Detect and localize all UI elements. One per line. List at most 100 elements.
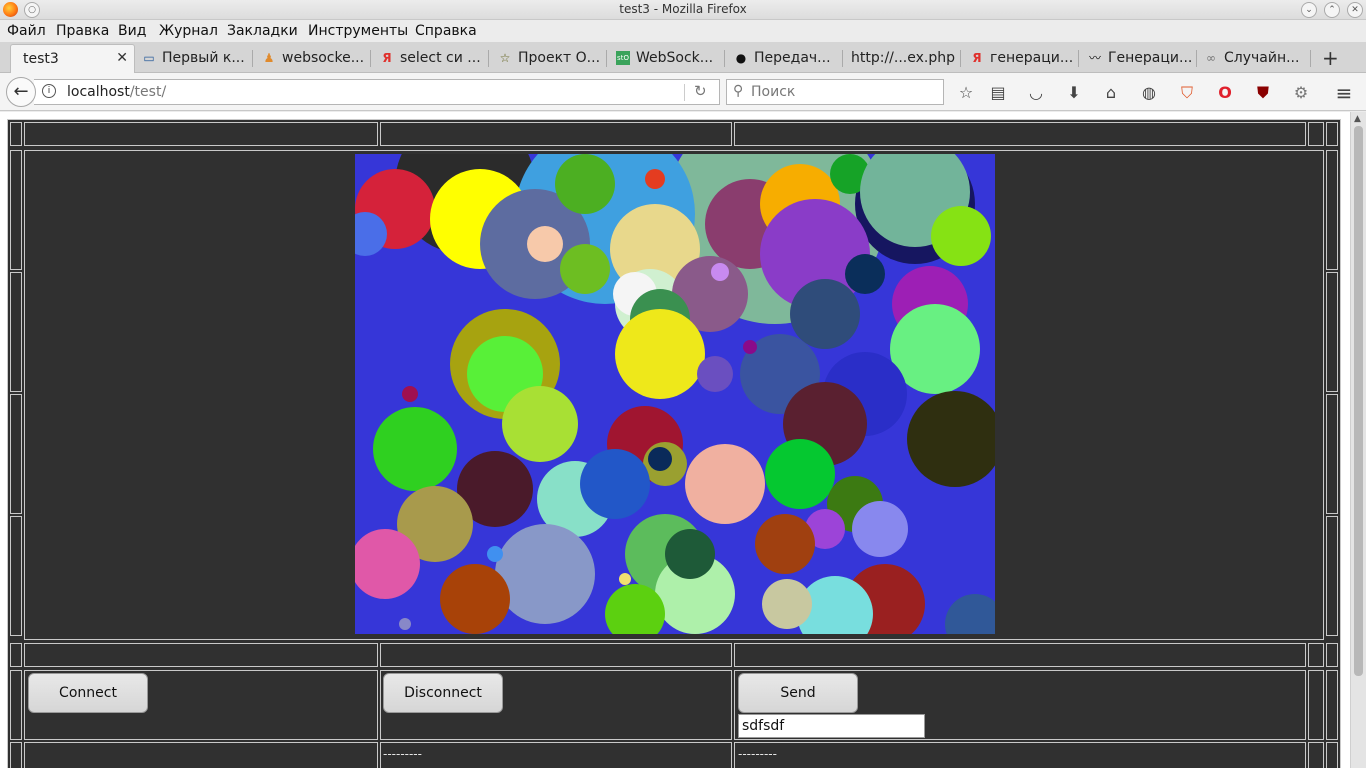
hamburger-menu-icon[interactable]: ≡: [1334, 83, 1354, 103]
disconnect-button[interactable]: Disconnect: [383, 673, 503, 713]
canvas-circle: [440, 564, 510, 634]
page-content: Connect Disconnect Send --------- ------…: [0, 112, 1350, 768]
log-output: ---------: [738, 747, 777, 761]
extension-globe-icon[interactable]: ◍: [1139, 83, 1159, 103]
tab-test3[interactable]: test3 ✕: [10, 44, 135, 73]
maximize-button[interactable]: ⌃: [1324, 2, 1340, 18]
tab-item[interactable]: ● Передач...: [730, 44, 844, 73]
search-bar[interactable]: ⚲: [726, 79, 944, 105]
tab-item[interactable]: Я select си ...: [376, 44, 490, 73]
connect-button[interactable]: Connect: [28, 673, 148, 713]
shield-extension-icon[interactable]: ⛉: [1177, 83, 1197, 103]
canvas-circle: [845, 254, 885, 294]
opera-icon[interactable]: O: [1215, 83, 1235, 103]
tab-label: websocke...: [282, 50, 365, 66]
settings-extension-icon[interactable]: ⚙: [1291, 83, 1311, 103]
minimize-button[interactable]: ⌄: [1301, 2, 1317, 18]
canvas-circle: [502, 386, 578, 462]
canvas-circle: [495, 524, 595, 624]
github-icon: ●: [735, 51, 747, 65]
canvas-circle: [665, 529, 715, 579]
tab-label: Первый к...: [162, 50, 245, 66]
menu-view[interactable]: Вид: [118, 23, 146, 39]
search-input[interactable]: [749, 82, 939, 102]
scroll-up-icon[interactable]: ▲: [1354, 114, 1361, 124]
tab-item[interactable]: ∞ Случайн...: [1200, 44, 1310, 73]
tab-label: Случайн...: [1224, 50, 1300, 66]
canvas-circle: [619, 573, 631, 585]
tab-label: Генераци...: [1108, 50, 1193, 66]
wave-icon: 〰: [1088, 51, 1101, 65]
canvas-circle: [790, 279, 860, 349]
tab-label: test3: [23, 51, 59, 67]
tab-label: http://...ex.php: [851, 50, 955, 66]
canvas-circle: [373, 407, 457, 491]
canvas-circle: [560, 244, 610, 294]
tab-label: WebSock...: [636, 50, 714, 66]
reading-list-icon[interactable]: ▤: [988, 83, 1008, 103]
menu-history[interactable]: Журнал: [159, 23, 218, 39]
tab-item[interactable]: ▭ Первый к...: [138, 44, 256, 73]
pocket-icon[interactable]: ◡: [1026, 83, 1046, 103]
canvas-circle: [852, 501, 908, 557]
navigation-bar: i localhost/test/ ↻ ← ⚲ ☆ ▤ ◡ ⬇ ⌂ ◍ ⛉ O …: [0, 73, 1366, 111]
url-text: localhost/test/: [67, 84, 167, 100]
search-icon: ⚲: [733, 83, 744, 99]
bookmark-star-icon[interactable]: ☆: [956, 83, 976, 103]
canvas-circle: [711, 263, 729, 281]
canvas-circle: [755, 514, 815, 574]
url-bar[interactable]: i localhost/test/ ↻: [34, 79, 720, 105]
window-titlebar: ○ test3 - Mozilla Firefox ⌄ ⌃ ✕: [0, 0, 1366, 20]
monitor-icon: ▭: [143, 51, 155, 65]
tab-item[interactable]: http://...ex.php: [848, 44, 962, 73]
home-icon[interactable]: ⌂: [1101, 83, 1121, 103]
tab-item[interactable]: ♟ websocke...: [258, 44, 372, 73]
menu-tools[interactable]: Инструменты: [308, 23, 408, 39]
canvas-circle: [743, 340, 757, 354]
menu-bookmarks[interactable]: Закладки: [227, 23, 298, 39]
circles-drawing: [355, 154, 995, 634]
canvas-circle: [931, 206, 991, 266]
log-output: ---------: [383, 747, 422, 761]
circles-canvas[interactable]: [355, 154, 995, 634]
tab-item[interactable]: stO WebSock...: [612, 44, 726, 73]
send-button[interactable]: Send: [738, 673, 858, 713]
menu-edit[interactable]: Правка: [56, 23, 109, 39]
tab-item[interactable]: 〰 Генераци...: [1084, 44, 1198, 73]
back-button[interactable]: ←: [6, 77, 36, 107]
close-window-button[interactable]: ✕: [1347, 2, 1363, 18]
site-icon: stO: [616, 51, 630, 65]
tab-item[interactable]: Я генераци...: [966, 44, 1080, 73]
canvas-circle: [527, 226, 563, 262]
close-tab-icon[interactable]: ✕: [116, 50, 128, 66]
canvas-circle: [685, 444, 765, 524]
download-icon[interactable]: ⬇: [1064, 83, 1084, 103]
info-icon[interactable]: i: [42, 84, 56, 98]
yandex-icon: Я: [382, 51, 392, 65]
canvas-circle: [645, 169, 665, 189]
canvas-circle: [555, 154, 615, 214]
tab-label: select си ...: [400, 50, 481, 66]
tab-item[interactable]: ☆ Проект О...: [494, 44, 608, 73]
canvas-circle: [648, 447, 672, 471]
yandex-icon: Я: [972, 51, 982, 65]
person-icon: ♟: [263, 51, 275, 65]
tab-label: генераци...: [990, 50, 1074, 66]
canvas-circle: [402, 386, 418, 402]
menu-file[interactable]: Файл: [7, 23, 46, 39]
new-tab-button[interactable]: +: [1322, 46, 1339, 70]
canvas-circle: [907, 391, 995, 487]
canvas-circle: [762, 579, 812, 629]
ublock-icon[interactable]: ⛊: [1253, 83, 1273, 103]
canvas-circle: [487, 546, 503, 562]
page-table: Connect Disconnect Send --------- ------…: [7, 119, 1341, 768]
vertical-scrollbar[interactable]: ▲: [1350, 112, 1366, 768]
star-icon: ☆: [499, 51, 511, 65]
tab-label: Передач...: [754, 50, 831, 66]
message-input[interactable]: [738, 714, 925, 738]
reload-icon[interactable]: ↻: [694, 82, 707, 100]
menu-help[interactable]: Справка: [415, 23, 477, 39]
canvas-circle: [580, 449, 650, 519]
window-title: test3 - Mozilla Firefox: [619, 2, 747, 16]
scrollbar-thumb[interactable]: [1354, 126, 1363, 676]
